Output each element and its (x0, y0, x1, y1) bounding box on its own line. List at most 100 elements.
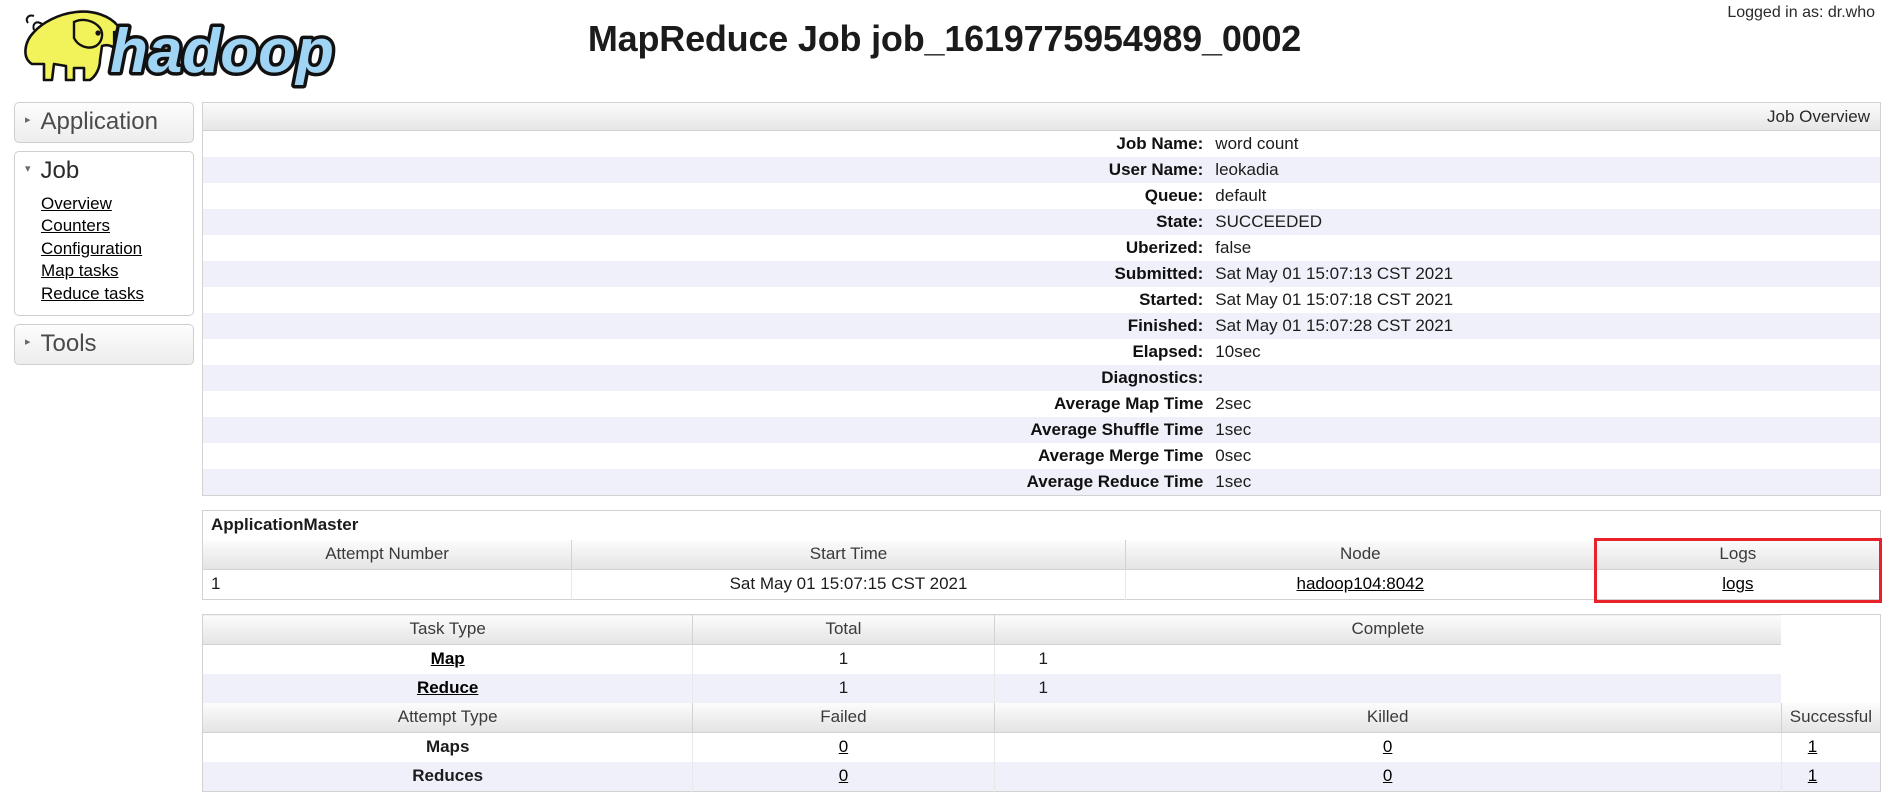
chevron-down-icon: ▾ (25, 162, 31, 175)
application-master-header-row: Attempt Number Start Time Node Logs (202, 540, 1881, 570)
row-key: State: (1156, 212, 1204, 231)
reduces-successful-link[interactable]: 1 (1808, 766, 1817, 785)
maps-failed-link[interactable]: 0 (839, 737, 848, 756)
maps-successful-link[interactable]: 1 (1808, 737, 1817, 756)
row-key: Diagnostics: (1101, 368, 1204, 387)
col-total: Total (692, 614, 995, 645)
col-failed: Failed (692, 703, 995, 733)
sidebar-group-job-header[interactable]: ▾ Job (15, 152, 193, 191)
page-header: hadoop hadoop MapReduce Job job_16197759… (0, 0, 1889, 92)
job-overview-caption: Job Overview (202, 102, 1881, 130)
cell-complete: 1 (1038, 649, 1048, 668)
reduces-failed-link[interactable]: 0 (839, 766, 848, 785)
row-key: Average Reduce Time (1026, 472, 1204, 491)
row-value (1209, 365, 1880, 391)
row-key: Elapsed: (1132, 342, 1204, 361)
reduce-task-link[interactable]: Reduce (417, 678, 478, 697)
task-summary-panel: Task Type Total Complete Map 1 1 Reduce … (202, 614, 1881, 792)
main-content: Job Overview Job Name: word count User N… (202, 102, 1889, 806)
table-row: Average Reduce Time 1sec (202, 469, 1881, 496)
cell-attempt-number: 1 (202, 569, 573, 600)
row-value: 2sec (1215, 394, 1252, 413)
sidebar-group-tools-header[interactable]: ▸ Tools (15, 325, 193, 364)
row-value: SUCCEEDED (1215, 212, 1323, 231)
col-start-time: Start Time (571, 540, 1126, 570)
sidebar: ▸ Application ▾ Job Overview Counters Co… (14, 102, 194, 373)
task-summary-table: Task Type Total Complete Map 1 1 Reduce … (202, 614, 1881, 792)
table-row: Uberized: false (203, 235, 1881, 261)
col-killed: Killed (994, 703, 1782, 733)
hadoop-job-page: hadoop hadoop MapReduce Job job_16197759… (0, 0, 1889, 810)
sidebar-group-application-label: Application (40, 108, 158, 135)
table-row: Diagnostics: (202, 365, 1881, 391)
sidebar-item-counters[interactable]: Counters (41, 215, 193, 237)
col-complete: Complete (994, 614, 1782, 645)
cell-total: 1 (692, 644, 995, 674)
col-successful: Successful (1781, 703, 1881, 733)
table-row: Queue: default (203, 183, 1881, 209)
col-node: Node (1125, 540, 1596, 570)
logged-in-label: Logged in as: dr.who (1727, 4, 1875, 21)
sidebar-item-overview[interactable]: Overview (41, 193, 193, 215)
logs-link[interactable]: logs (1722, 574, 1753, 593)
cell-task-type: Reduce (202, 674, 694, 703)
reduces-killed-link[interactable]: 0 (1383, 766, 1392, 785)
task-summary-header-row: Task Type Total Complete (202, 614, 1881, 645)
table-row: 1 Sat May 01 15:07:15 CST 2021 hadoop104… (202, 569, 1881, 600)
cell-failed: 0 (692, 762, 995, 792)
cell-killed: 0 (994, 732, 1782, 762)
row-value: false (1215, 238, 1252, 257)
table-row: Elapsed: 10sec (203, 339, 1881, 365)
row-key: Started: (1139, 290, 1204, 309)
row-value: Sat May 01 15:07:13 CST 2021 (1215, 264, 1454, 283)
sidebar-group-application-header[interactable]: ▸ Application (15, 103, 193, 142)
cell-successful: 1 (1781, 762, 1880, 792)
sidebar-group-job-label: Job (40, 157, 80, 184)
chevron-right-icon: ▸ (25, 113, 31, 126)
row-value: 1sec (1215, 420, 1252, 439)
sidebar-item-configuration[interactable]: Configuration (41, 238, 193, 260)
sidebar-group-tools[interactable]: ▸ Tools (14, 324, 194, 366)
table-row: Maps 0 0 1 (202, 732, 1881, 763)
maps-killed-link[interactable]: 0 (1383, 737, 1392, 756)
table-row: Average Shuffle Time 1sec (202, 417, 1881, 443)
sidebar-group-application[interactable]: ▸ Application (14, 102, 194, 143)
col-attempt-type: Attempt Type (202, 703, 694, 733)
node-link[interactable]: hadoop104:8042 (1296, 574, 1424, 593)
sidebar-group-tools-label: Tools (40, 330, 97, 358)
sidebar-item-map-tasks[interactable]: Map tasks (41, 260, 193, 282)
page-body: ▸ Application ▾ Job Overview Counters Co… (0, 92, 1889, 806)
page-title: MapReduce Job job_1619775954989_0002 (587, 18, 1302, 59)
row-key: Average Map Time (1054, 394, 1204, 413)
row-key: Submitted: (1114, 264, 1204, 283)
job-overview-table: Job Name: word count User Name: leokadia… (202, 130, 1881, 496)
row-value: Sat May 01 15:07:28 CST 2021 (1215, 316, 1454, 335)
table-row: User Name: leokadia (202, 157, 1881, 183)
row-value: leokadia (1215, 160, 1279, 179)
table-row: Reduce 1 1 (202, 674, 1881, 703)
row-value: default (1215, 186, 1267, 205)
cell-total: 1 (692, 674, 995, 703)
table-row: Submitted: Sat May 01 15:07:13 CST 2021 (202, 261, 1881, 287)
sidebar-item-reduce-tasks[interactable]: Reduce tasks (41, 283, 193, 305)
cell-complete: 1 (1038, 678, 1048, 697)
application-master-table: ApplicationMaster Attempt Number Start T… (202, 510, 1881, 600)
table-row: Reduces 0 0 1 (202, 762, 1881, 792)
row-value: 1sec (1215, 472, 1252, 491)
table-row: Average Merge Time 0sec (203, 443, 1881, 469)
row-key: Finished: (1127, 316, 1204, 335)
table-row: Job Name: word count (203, 131, 1881, 158)
table-row: Map 1 1 (202, 644, 1881, 674)
row-value: 10sec (1215, 342, 1261, 361)
sidebar-group-job[interactable]: ▾ Job Overview Counters Configuration Ma… (14, 151, 194, 317)
row-key: Average Merge Time (1037, 446, 1204, 465)
col-attempt-number: Attempt Number (202, 540, 573, 570)
row-value: Sat May 01 15:07:18 CST 2021 (1215, 290, 1454, 309)
cell-killed: 0 (994, 762, 1782, 792)
cell-logs: logs (1595, 570, 1880, 600)
cell-successful: 1 (1781, 733, 1880, 763)
row-key: Queue: (1144, 186, 1204, 205)
map-task-link[interactable]: Map (431, 649, 465, 668)
application-master-title: ApplicationMaster (202, 510, 1881, 540)
cell-attempt-type: Reduces (202, 762, 694, 792)
